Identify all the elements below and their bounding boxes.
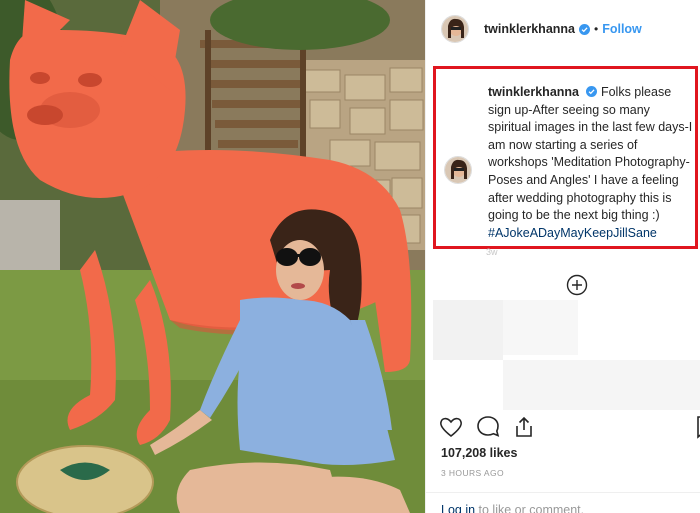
loading-placeholder: [503, 300, 578, 355]
divider: [426, 492, 700, 493]
follow-button[interactable]: Follow: [602, 22, 642, 36]
photo-illustration: [0, 0, 425, 513]
comment-login-prompt: Log in to like or comment.: [441, 503, 584, 513]
comment-prompt-text: to like or comment.: [475, 503, 585, 513]
share-icon[interactable]: [511, 414, 537, 440]
loading-placeholder: [503, 360, 700, 410]
post-side-panel: twinklerkhanna • Follow twinklerkhanna F…: [425, 0, 700, 513]
post-photo[interactable]: [0, 0, 425, 513]
author-avatar[interactable]: [441, 15, 469, 43]
login-link[interactable]: Log in: [441, 503, 475, 513]
caption-text: twinklerkhanna Folks please sign up-Afte…: [488, 84, 695, 242]
comment-bubble-icon[interactable]: [475, 414, 501, 440]
separator-dot: •: [594, 22, 599, 36]
loading-placeholder: [433, 300, 503, 360]
post-timestamp: 3 HOURS AGO: [441, 468, 504, 478]
caption-username[interactable]: twinklerkhanna: [488, 85, 579, 99]
caption-highlight-box: twinklerkhanna Folks please sign up-Afte…: [433, 66, 698, 249]
caption-time: 3w: [486, 247, 498, 257]
caption-hashtag[interactable]: #AJokeADayMayKeepJillSane: [488, 225, 695, 243]
verified-badge-icon: [586, 86, 598, 97]
caption-avatar[interactable]: [444, 156, 472, 184]
action-bar: [426, 410, 700, 444]
post-header: twinklerkhanna • Follow: [426, 0, 700, 58]
likes-count[interactable]: 107,208 likes: [441, 446, 517, 460]
bookmark-icon[interactable]: [692, 414, 700, 440]
verified-badge-icon: [579, 23, 590, 35]
caption-body: Folks please sign up-After seeing so man…: [488, 85, 693, 223]
plus-circle-icon[interactable]: [566, 274, 588, 296]
author-username[interactable]: twinklerkhanna: [484, 22, 575, 36]
heart-icon[interactable]: [438, 414, 464, 440]
